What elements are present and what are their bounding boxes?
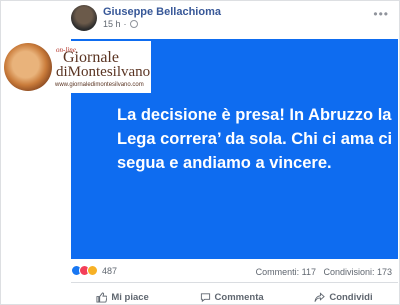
shares-count[interactable]: Condivisioni: 173 xyxy=(323,267,392,277)
post-time[interactable]: 15 h xyxy=(103,19,121,29)
more-options-icon[interactable]: ••• xyxy=(373,7,389,21)
watermark-logo: on-line Giornale diMontesilvano www.gior… xyxy=(1,41,151,93)
comment-icon xyxy=(200,292,210,302)
banner-text: La decisione è presa! In Abruzzo la Lega… xyxy=(117,106,393,172)
action-bar: Mi piace Commenta Condividi xyxy=(71,289,398,305)
post-meta: 15 h · xyxy=(103,19,138,29)
author-name[interactable]: Giuseppe Bellachioma xyxy=(103,6,221,18)
author-avatar[interactable] xyxy=(71,5,97,31)
like-label: Mi piace xyxy=(111,291,149,303)
share-button[interactable]: Condividi xyxy=(314,289,373,305)
comment-label: Commenta xyxy=(214,291,264,303)
wow-reaction-icon xyxy=(87,265,98,276)
thumbs-up-icon xyxy=(96,291,108,303)
comment-button[interactable]: Commenta xyxy=(200,289,264,305)
comments-count[interactable]: Commenti: 117 xyxy=(256,267,316,277)
post-stats: 487 Commenti: 117 Condivisioni: 173 xyxy=(71,263,398,281)
logo-emblem xyxy=(4,43,52,91)
reactions-summary[interactable]: 487 xyxy=(71,265,117,276)
logo-title-line2: diMontesilvano xyxy=(56,64,151,80)
share-icon xyxy=(314,291,326,302)
share-label: Condividi xyxy=(329,291,373,303)
facebook-post: Giuseppe Bellachioma 15 h · ••• La decis… xyxy=(0,0,400,305)
logo-url: www.giornaledimontesilvano.com xyxy=(55,82,144,88)
dot-separator: · xyxy=(123,19,127,29)
reactions-count: 487 xyxy=(102,265,118,276)
divider xyxy=(71,282,398,283)
globe-icon xyxy=(129,20,138,28)
like-button[interactable]: Mi piace xyxy=(96,289,149,305)
